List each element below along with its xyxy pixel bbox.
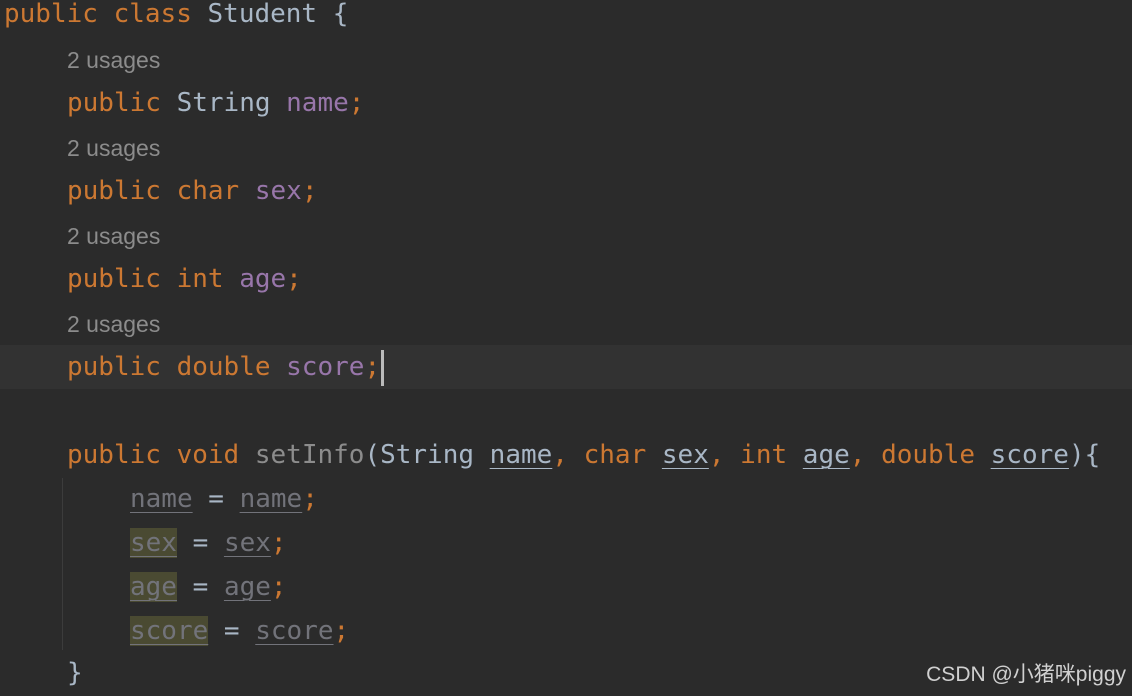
assign-source: age <box>223 572 271 602</box>
close-brace: } <box>67 658 83 688</box>
assign-source: score <box>255 616 334 646</box>
keyword-public: public <box>4 0 98 29</box>
param-separator: , <box>849 440 882 470</box>
text-caret <box>381 349 385 386</box>
semicolon: ; <box>270 528 287 558</box>
code-line-assign-name[interactable]: name = name; <box>0 477 1132 521</box>
method-name: setInfo <box>254 440 365 470</box>
watermark: CSDN @小猪咪piggy <box>926 663 1126 686</box>
assign-operator: = <box>208 616 256 646</box>
field-name: sex <box>254 176 302 206</box>
usage-hint[interactable]: 2 usages <box>67 302 160 346</box>
param-name: age <box>802 440 850 470</box>
code-line-assign-score[interactable]: score = score; <box>0 609 1132 653</box>
semicolon: ; <box>333 616 350 646</box>
assign-operator: = <box>192 484 240 514</box>
assign-operator: = <box>176 572 224 602</box>
assign-target: name <box>130 484 193 514</box>
class-name: Student <box>207 0 318 29</box>
param-type: char <box>583 440 647 470</box>
keyword-public: public <box>67 264 161 294</box>
return-type: void <box>176 440 240 470</box>
code-line-method-declaration[interactable]: public void setInfo(String name, char se… <box>0 433 1132 477</box>
code-editor[interactable]: public class Student { 2 usages public S… <box>0 0 1132 696</box>
field-name: name <box>286 88 349 118</box>
code-line-assign-age[interactable]: age = age; <box>0 565 1132 609</box>
assign-target: score <box>130 616 209 646</box>
code-line-field-name[interactable]: public String name; <box>0 81 1132 125</box>
code-line-field-age[interactable]: public int age; <box>0 257 1132 301</box>
usage-hint[interactable]: 2 usages <box>67 214 160 258</box>
semicolon: ; <box>302 484 318 514</box>
assign-target: sex <box>130 528 177 558</box>
assign-source: name <box>239 484 303 514</box>
field-name: age <box>239 264 287 294</box>
param-type: double <box>881 440 975 470</box>
field-type: double <box>176 352 271 382</box>
assign-source: sex <box>223 528 271 558</box>
semicolon: ; <box>348 88 365 118</box>
field-name: score <box>286 352 365 382</box>
code-line-assign-sex[interactable]: sex = sex; <box>0 521 1132 565</box>
assign-target: age <box>130 572 177 602</box>
keyword-public: public <box>67 88 161 118</box>
keyword-public: public <box>67 440 161 470</box>
semicolon: ; <box>301 176 318 206</box>
open-brace: { <box>332 0 349 29</box>
assign-operator: = <box>176 528 224 558</box>
keyword-class: class <box>113 0 192 29</box>
keyword-public: public <box>67 352 161 382</box>
usage-hint[interactable]: 2 usages <box>67 126 160 170</box>
field-type: String <box>176 88 271 118</box>
param-name: name <box>489 440 553 470</box>
open-paren: ( <box>364 440 381 470</box>
code-line-field-sex[interactable]: public char sex; <box>0 169 1132 213</box>
param-name: sex <box>661 440 709 470</box>
param-separator: , <box>708 440 741 470</box>
param-type: String <box>380 440 475 470</box>
field-type: char <box>176 176 240 206</box>
param-type: int <box>740 440 788 470</box>
semicolon: ; <box>364 352 381 382</box>
code-line-class-declaration[interactable]: public class Student { <box>0 0 1132 36</box>
keyword-public: public <box>67 176 161 206</box>
param-separator: , <box>552 440 584 470</box>
semicolon: ; <box>270 572 287 602</box>
param-name: score <box>990 440 1069 470</box>
usage-hint[interactable]: 2 usages <box>67 38 160 82</box>
code-line-field-score[interactable]: public double score; <box>0 345 1132 389</box>
field-type: int <box>176 264 224 294</box>
semicolon: ; <box>286 264 302 294</box>
close-paren-brace: ){ <box>1068 440 1101 470</box>
